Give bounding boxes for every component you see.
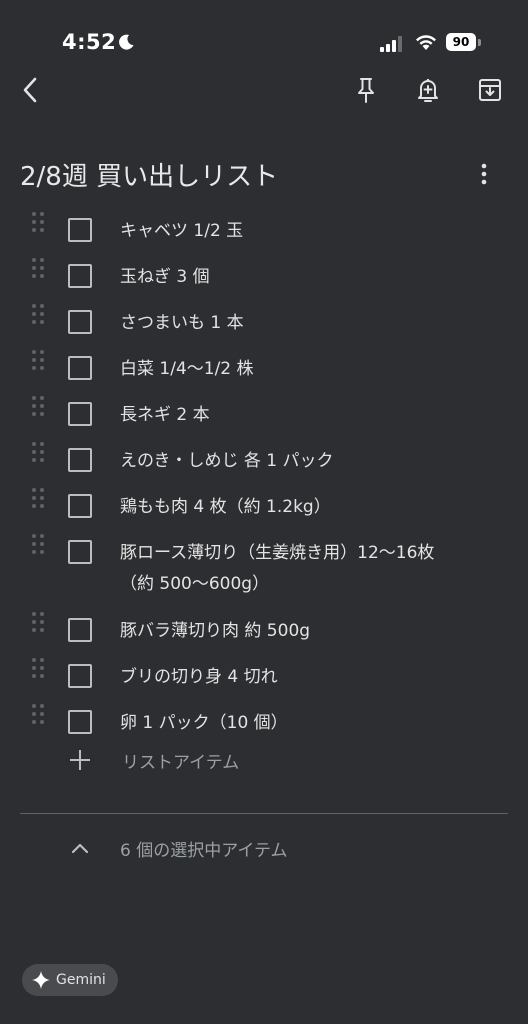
back-button[interactable] — [8, 68, 52, 112]
item-text[interactable]: ブリの切り身 4 切れ — [120, 662, 450, 693]
moon-icon — [119, 34, 134, 50]
drag-handle-icon[interactable] — [32, 396, 50, 420]
checked-items-toggle[interactable]: 6 個の選択中アイテム — [0, 830, 528, 866]
gemini-label: Gemini — [56, 972, 106, 988]
drag-handle-icon[interactable] — [32, 258, 50, 282]
add-item-label: リストアイテム — [122, 753, 240, 773]
chevron-up-icon — [71, 843, 89, 854]
item-text[interactable]: 鶏もも肉 4 枚（約 1.2kg） — [120, 492, 450, 523]
status-time: 4:52 — [62, 30, 117, 54]
item-checkbox[interactable] — [68, 264, 92, 288]
pin-icon — [358, 78, 374, 103]
item-checkbox[interactable] — [68, 494, 92, 518]
item-checkbox[interactable] — [68, 310, 92, 334]
reminder-button[interactable] — [406, 68, 450, 112]
item-text[interactable]: 長ネギ 2 本 — [120, 400, 450, 431]
divider — [20, 813, 508, 814]
item-checkbox[interactable] — [68, 402, 92, 426]
chevron-left-icon — [23, 77, 37, 103]
drag-handle-icon[interactable] — [32, 350, 50, 374]
item-text[interactable]: さつまいも 1 本 — [120, 308, 450, 339]
item-text[interactable]: えのき・しめじ 各 1 パック — [120, 446, 450, 477]
item-checkbox[interactable] — [68, 448, 92, 472]
pin-button[interactable] — [344, 68, 388, 112]
item-checkbox[interactable] — [68, 356, 92, 380]
battery-level: 90 — [446, 33, 476, 51]
note-title[interactable]: 2/8週 買い出しリスト — [20, 156, 278, 193]
more-vert-icon — [481, 163, 487, 185]
item-text[interactable]: 白菜 1/4〜1/2 株 — [120, 354, 450, 385]
note-screen: 4:52 90 2/8週 買い出しリスト キャベツ 1/2 玉 玉ねぎ 3 個 … — [0, 0, 528, 1024]
drag-handle-icon[interactable] — [32, 704, 50, 728]
item-checkbox[interactable] — [68, 664, 92, 688]
item-checkbox[interactable] — [68, 710, 92, 734]
drag-handle-icon[interactable] — [32, 442, 50, 466]
item-checkbox[interactable] — [68, 540, 92, 564]
wifi-icon — [416, 35, 436, 50]
drag-handle-icon[interactable] — [32, 534, 50, 558]
gemini-button[interactable]: Gemini — [22, 964, 118, 996]
checked-items-label: 6 個の選択中アイテム — [120, 841, 288, 861]
drag-handle-icon[interactable] — [32, 658, 50, 682]
item-text[interactable]: キャベツ 1/2 玉 — [120, 216, 450, 247]
drag-handle-icon[interactable] — [32, 212, 50, 236]
item-text[interactable]: 豚ロース薄切り（生姜焼き用）12〜16枚（約 500〜600g） — [120, 538, 450, 600]
drag-handle-icon[interactable] — [32, 488, 50, 512]
drag-handle-icon[interactable] — [32, 612, 50, 636]
archive-icon — [479, 79, 501, 101]
battery-tip — [478, 39, 481, 46]
sparkle-icon — [32, 971, 50, 989]
plus-icon — [70, 750, 90, 770]
signal-icon — [380, 36, 402, 52]
battery-indicator: 90 — [446, 33, 482, 53]
item-text[interactable]: 玉ねぎ 3 個 — [120, 262, 450, 293]
archive-button[interactable] — [468, 68, 512, 112]
item-text[interactable]: 卵 1 パック（10 個） — [120, 708, 450, 739]
item-checkbox[interactable] — [68, 618, 92, 642]
item-checkbox[interactable] — [68, 218, 92, 242]
add-list-item[interactable]: リストアイテム — [0, 740, 528, 780]
more-options-button[interactable] — [468, 156, 500, 192]
item-text[interactable]: 豚バラ薄切り肉 約 500g — [120, 616, 450, 647]
bell-plus-icon — [418, 79, 438, 102]
drag-handle-icon[interactable] — [32, 304, 50, 328]
